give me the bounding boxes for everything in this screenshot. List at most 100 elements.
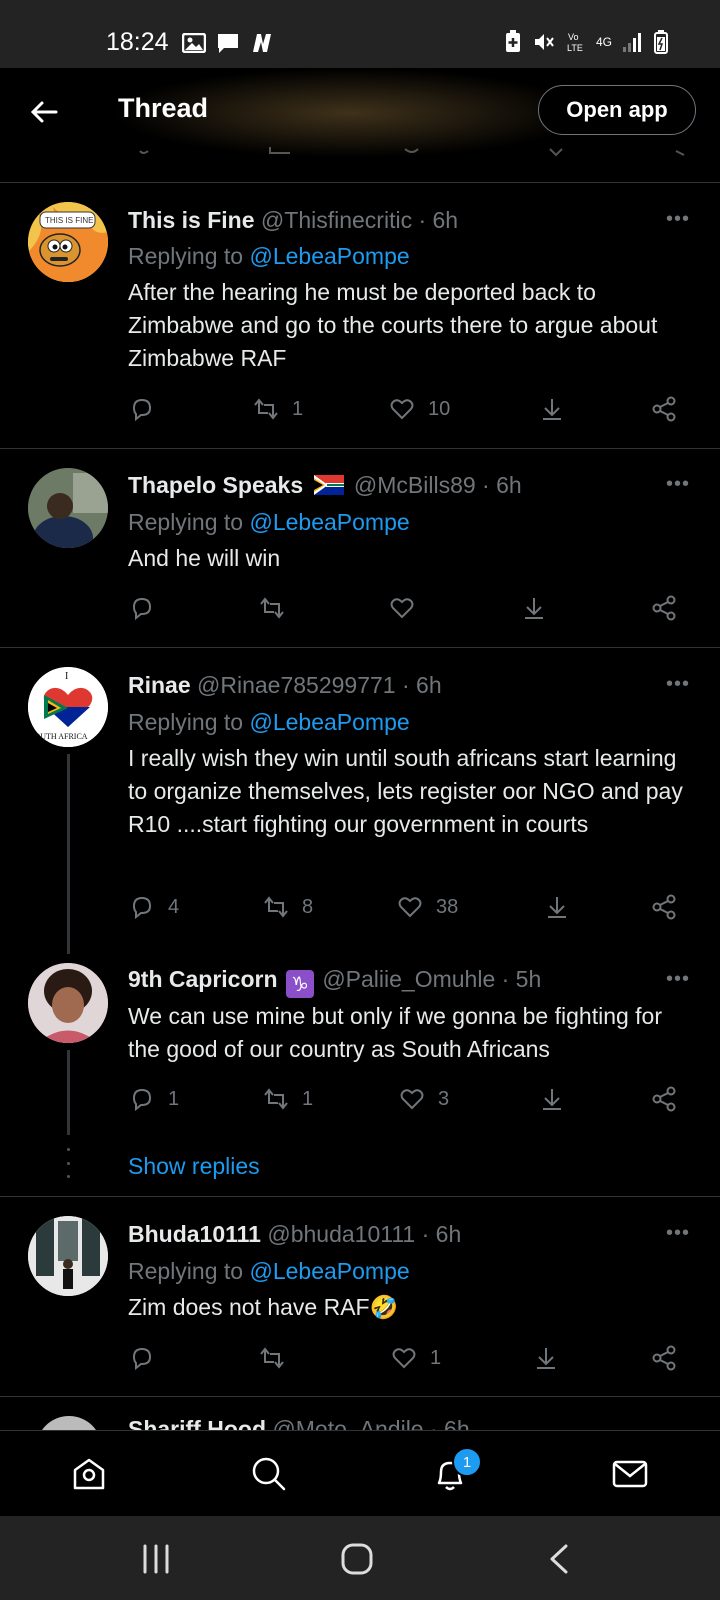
download-button[interactable] (543, 893, 571, 921)
mention-link[interactable]: @LebeaPompe (249, 243, 409, 269)
download-button[interactable] (520, 594, 548, 622)
handle-time: @Thisfinecritic · 6h (260, 207, 459, 233)
divider (0, 1196, 720, 1197)
more-options-button[interactable]: ••• (666, 673, 690, 696)
svg-text:Vo: Vo (568, 32, 579, 42)
netflix-n-icon (253, 34, 271, 52)
notification-badge: 1 (452, 1447, 482, 1477)
retweet-button[interactable]: 1 (262, 1085, 313, 1113)
retweet-button[interactable] (258, 594, 286, 622)
share-icon (652, 396, 676, 422)
thread-connector (67, 754, 70, 954)
recent-apps-icon[interactable] (140, 1544, 172, 1574)
download-button[interactable] (538, 1085, 566, 1113)
tweet-header: Rinae @Rinae785299771 · 6h (128, 672, 442, 699)
sa-heart-avatar: I SOUTH AFRICA (28, 667, 108, 747)
page-title: Thread (118, 93, 209, 123)
more-options-button[interactable]: ••• (666, 208, 690, 231)
retweet-icon (264, 896, 288, 918)
replying-to: Replying to @LebeaPompe (128, 709, 410, 735)
share-button[interactable] (650, 893, 678, 921)
open-app-button[interactable]: Open app (538, 85, 696, 135)
tweet-actions: 1 1 3 (128, 1085, 698, 1117)
avatar[interactable] (28, 1216, 108, 1296)
reply-icon (132, 597, 152, 621)
tweet-text: We can use mine but only if we gonna be … (128, 1003, 663, 1062)
handle-time: @bhuda10111 · 6h (267, 1221, 462, 1247)
share-button[interactable] (650, 1344, 678, 1372)
profile-photo (28, 1216, 108, 1296)
display-name[interactable]: 9th Capricorn (128, 966, 278, 992)
heart-icon (390, 598, 414, 619)
avatar[interactable]: I SOUTH AFRICA (28, 667, 108, 747)
mention-link[interactable]: @LebeaPompe (249, 509, 409, 535)
mention-link[interactable]: @LebeaPompe (249, 1258, 409, 1284)
display-name[interactable]: This is Fine (128, 207, 255, 233)
tweet-header: Bhuda10111 @bhuda10111 · 6h (128, 1221, 461, 1248)
retweet-button[interactable]: 8 (262, 893, 313, 921)
mail-icon[interactable] (611, 1455, 649, 1493)
status-bar: 18:24 Vo LTE 4G (0, 0, 720, 68)
like-button[interactable]: 1 (390, 1344, 441, 1372)
message-icon (218, 34, 238, 53)
capricorn-sign-icon: ♑ (285, 970, 314, 998)
download-icon (525, 598, 543, 619)
reply-button[interactable] (128, 395, 168, 423)
retweet-button[interactable]: 1 (252, 395, 303, 423)
tweet-text: Zim does not have RAF🤣 (128, 1294, 399, 1320)
status-right-icons: Vo LTE 4G (504, 30, 668, 54)
tweet-actions: 1 10 (128, 395, 698, 427)
tweet-actions: 4 8 38 (128, 893, 698, 925)
like-button[interactable] (388, 594, 416, 622)
display-name[interactable]: Rinae (128, 672, 191, 698)
tweet-header: This is Fine @Thisfinecritic · 6h (128, 207, 458, 234)
search-icon[interactable] (250, 1455, 288, 1493)
back-arrow-icon[interactable] (28, 96, 60, 128)
reply-icon (132, 398, 152, 422)
download-icon (543, 1089, 561, 1110)
avatar[interactable] (28, 468, 108, 548)
more-options-button[interactable]: ••• (666, 473, 690, 496)
display-name[interactable]: Bhuda10111 (128, 1221, 261, 1247)
download-icon (543, 399, 561, 420)
download-button[interactable] (532, 1344, 560, 1372)
reply-button[interactable] (128, 1344, 156, 1372)
handle-time: @Paliie_Omuhle · 5h (322, 966, 542, 992)
reply-button[interactable]: 4 (128, 893, 179, 921)
volte-icon: VoLTE (567, 32, 583, 53)
like-button[interactable]: 38 (396, 893, 458, 921)
reply-icon (132, 1088, 152, 1112)
replying-to: Replying to @LebeaPompe (128, 509, 410, 535)
home-icon[interactable] (70, 1455, 108, 1493)
divider (0, 1396, 720, 1397)
share-button[interactable] (650, 395, 678, 423)
home-button-icon[interactable] (340, 1542, 374, 1576)
avatar[interactable] (28, 963, 108, 1043)
more-options-button[interactable]: ••• (666, 1222, 690, 1245)
share-button[interactable] (650, 594, 678, 622)
avatar[interactable]: THIS IS FINE (28, 202, 108, 282)
share-button[interactable] (650, 1085, 678, 1113)
like-button[interactable]: 10 (388, 395, 450, 423)
show-replies-link[interactable]: Show replies (128, 1153, 260, 1180)
more-options-button[interactable]: ••• (666, 968, 690, 991)
mute-icon (534, 34, 554, 50)
status-left-icons (182, 32, 274, 54)
like-button[interactable]: 3 (398, 1085, 449, 1113)
back-button-icon[interactable] (548, 1544, 570, 1574)
reply-button[interactable]: 1 (128, 1085, 179, 1113)
next-tweet-peek: Shariff Hood @Moto_Andile · 6h (0, 1404, 720, 1432)
bottom-navigation: 1 (0, 1430, 720, 1516)
download-icon (537, 1348, 555, 1369)
south-africa-flag-icon (313, 475, 344, 495)
share-icon (652, 1345, 676, 1371)
share-icon (652, 595, 676, 621)
display-name[interactable]: Thapelo Speaks (128, 472, 303, 498)
heart-icon (392, 1348, 416, 1369)
heart-icon (400, 1089, 424, 1110)
download-button[interactable] (538, 395, 566, 423)
reply-button[interactable] (128, 594, 156, 622)
replying-to: Replying to @LebeaPompe (128, 243, 410, 269)
mention-link[interactable]: @LebeaPompe (249, 709, 409, 735)
retweet-button[interactable] (258, 1344, 286, 1372)
